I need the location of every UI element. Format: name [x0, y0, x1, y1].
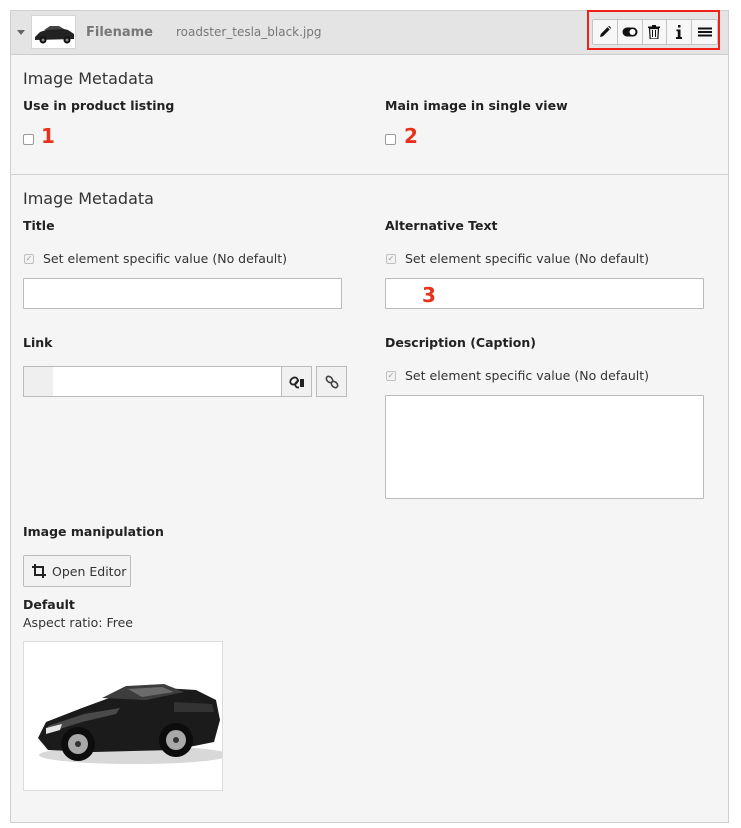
- delete-button[interactable]: [643, 20, 668, 44]
- collapse-arrow-icon[interactable]: [17, 30, 25, 35]
- info-button[interactable]: [667, 20, 693, 44]
- crop-variant-name: Default: [23, 597, 75, 612]
- alt-text-override-checkbox[interactable]: ✓: [386, 254, 396, 264]
- file-reference-header[interactable]: Filename roadster_tesla_black.jpg: [11, 10, 728, 55]
- file-reference-panel: Filename roadster_tesla_black.jpg Image …: [10, 10, 729, 823]
- annotation-marker-3: 3: [422, 283, 436, 307]
- delete-icon: [648, 25, 661, 39]
- title-override-checkbox[interactable]: ✓: [24, 254, 34, 264]
- section-title-metadata: Image Metadata: [23, 189, 154, 208]
- product-listing-label: Use in product listing: [23, 98, 175, 113]
- image-preview: [23, 641, 223, 791]
- filename-value: roadster_tesla_black.jpg: [176, 25, 322, 39]
- product-listing-checkbox[interactable]: [23, 134, 34, 145]
- link-unlink-button[interactable]: [316, 366, 347, 397]
- filename-label: Filename: [86, 25, 153, 40]
- annotation-marker-2: 2: [404, 124, 418, 148]
- main-image-label: Main image in single view: [385, 98, 568, 113]
- info-icon: [676, 25, 683, 39]
- toggle-icon: [622, 27, 638, 37]
- description-override-text: Set element specific value (No default): [405, 368, 650, 383]
- alt-text-override-text: Set element specific value (No default): [405, 251, 650, 266]
- open-editor-button[interactable]: Open Editor: [23, 555, 131, 587]
- main-image-checkbox[interactable]: [385, 134, 396, 145]
- alt-text-label: Alternative Text: [385, 218, 498, 233]
- link-browse-icon: [288, 376, 305, 389]
- crop-icon: [32, 564, 46, 578]
- description-override-checkbox[interactable]: ✓: [386, 371, 396, 381]
- link-browser-button[interactable]: [281, 366, 312, 397]
- toggle-visibility-button[interactable]: [618, 20, 643, 44]
- section-title-usage: Image Metadata: [23, 69, 154, 88]
- edit-icon: [599, 25, 612, 37]
- section-divider: [11, 174, 728, 175]
- annotation-marker-1: 1: [41, 124, 55, 148]
- description-label: Description (Caption): [385, 335, 536, 350]
- open-editor-label: Open Editor: [52, 563, 127, 579]
- thumbnail-image: [31, 15, 76, 49]
- aspect-ratio-text: Aspect ratio: Free: [23, 615, 133, 630]
- image-manipulation-label: Image manipulation: [23, 524, 164, 539]
- chain-link-icon: [325, 375, 338, 388]
- link-input[interactable]: [53, 366, 282, 397]
- header-toolbar: [592, 19, 718, 45]
- description-textarea[interactable]: [385, 395, 704, 499]
- edit-button[interactable]: [593, 20, 618, 44]
- title-label: Title: [23, 218, 55, 233]
- link-label: Link: [23, 335, 53, 350]
- link-prefix-addon: [23, 366, 54, 397]
- menu-icon: [697, 27, 712, 37]
- title-input[interactable]: [23, 278, 342, 309]
- title-override-text: Set element specific value (No default): [43, 251, 288, 266]
- drag-menu-button[interactable]: [692, 20, 717, 44]
